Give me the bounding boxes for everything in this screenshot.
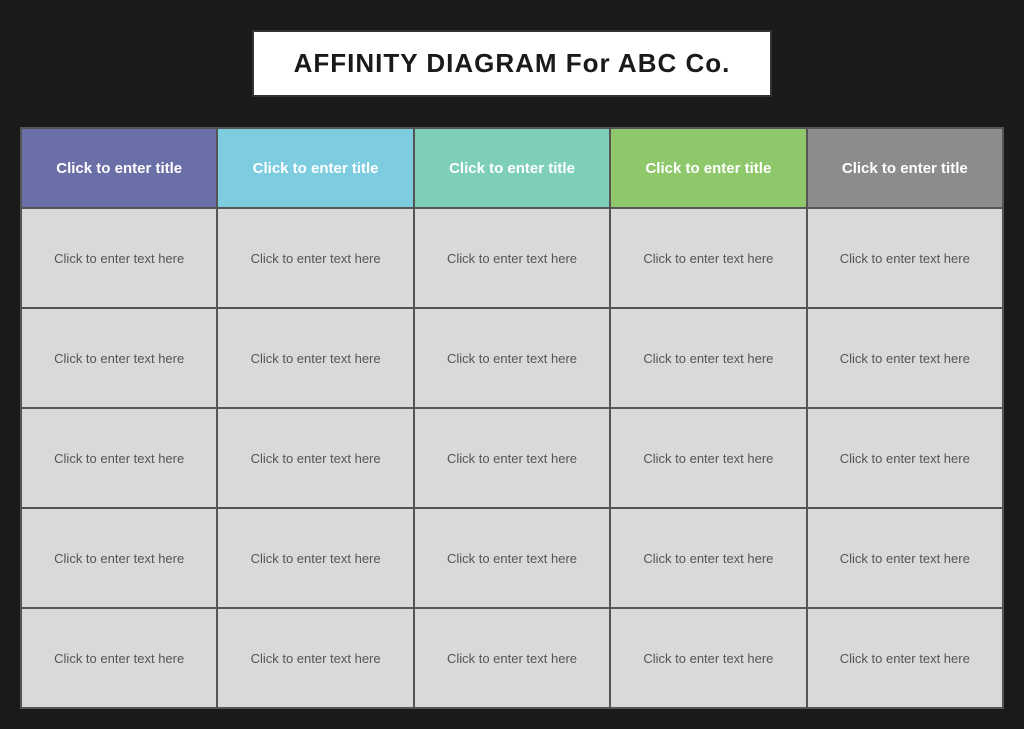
cell-text-1-2: Click to enter text here xyxy=(54,351,184,366)
diagram-title: AFFINITY DIAGRAM For ABC Co. xyxy=(294,48,731,78)
cell-1-3[interactable]: Click to enter text here xyxy=(22,409,216,509)
cell-4-1[interactable]: Click to enter text here xyxy=(611,209,805,309)
cell-3-3[interactable]: Click to enter text here xyxy=(415,409,609,509)
column-3: Click to enter title Click to enter text … xyxy=(415,129,611,709)
column-4: Click to enter title Click to enter text … xyxy=(611,129,807,709)
cell-text-4-4: Click to enter text here xyxy=(643,551,773,566)
column-header-text-4: Click to enter title xyxy=(645,160,771,177)
title-box: AFFINITY DIAGRAM For ABC Co. xyxy=(252,30,773,97)
cell-text-1-3: Click to enter text here xyxy=(54,451,184,466)
cell-text-5-5: Click to enter text here xyxy=(840,651,970,666)
column-1: Click to enter title Click to enter text … xyxy=(22,129,218,709)
cell-4-3[interactable]: Click to enter text here xyxy=(611,409,805,509)
cell-text-5-4: Click to enter text here xyxy=(840,551,970,566)
cell-2-1[interactable]: Click to enter text here xyxy=(218,209,412,309)
cell-5-3[interactable]: Click to enter text here xyxy=(808,409,1002,509)
column-header-4[interactable]: Click to enter title xyxy=(611,129,805,209)
column-5: Click to enter title Click to enter text … xyxy=(808,129,1004,709)
cell-text-2-4: Click to enter text here xyxy=(251,551,381,566)
cell-3-2[interactable]: Click to enter text here xyxy=(415,309,609,409)
cell-text-2-1: Click to enter text here xyxy=(251,251,381,266)
cell-5-5[interactable]: Click to enter text here xyxy=(808,609,1002,709)
cell-3-1[interactable]: Click to enter text here xyxy=(415,209,609,309)
cell-text-3-1: Click to enter text here xyxy=(447,251,577,266)
cell-text-3-4: Click to enter text here xyxy=(447,551,577,566)
cell-5-1[interactable]: Click to enter text here xyxy=(808,209,1002,309)
cell-text-4-3: Click to enter text here xyxy=(643,451,773,466)
cell-4-5[interactable]: Click to enter text here xyxy=(611,609,805,709)
diagram-grid: Click to enter title Click to enter text … xyxy=(20,127,1004,709)
cell-4-2[interactable]: Click to enter text here xyxy=(611,309,805,409)
cell-text-5-1: Click to enter text here xyxy=(840,251,970,266)
cell-2-5[interactable]: Click to enter text here xyxy=(218,609,412,709)
cell-4-4[interactable]: Click to enter text here xyxy=(611,509,805,609)
cell-text-1-1: Click to enter text here xyxy=(54,251,184,266)
cell-text-5-2: Click to enter text here xyxy=(840,351,970,366)
cell-text-5-3: Click to enter text here xyxy=(840,451,970,466)
column-header-2[interactable]: Click to enter title xyxy=(218,129,412,209)
cell-text-4-2: Click to enter text here xyxy=(643,351,773,366)
cell-text-2-2: Click to enter text here xyxy=(251,351,381,366)
cell-1-1[interactable]: Click to enter text here xyxy=(22,209,216,309)
cell-text-3-3: Click to enter text here xyxy=(447,451,577,466)
cell-1-5[interactable]: Click to enter text here xyxy=(22,609,216,709)
cell-1-4[interactable]: Click to enter text here xyxy=(22,509,216,609)
cell-5-4[interactable]: Click to enter text here xyxy=(808,509,1002,609)
column-header-text-2: Click to enter title xyxy=(253,160,379,177)
cell-text-4-5: Click to enter text here xyxy=(643,651,773,666)
cell-text-3-2: Click to enter text here xyxy=(447,351,577,366)
cell-5-2[interactable]: Click to enter text here xyxy=(808,309,1002,409)
column-header-text-3: Click to enter title xyxy=(449,160,575,177)
cell-2-2[interactable]: Click to enter text here xyxy=(218,309,412,409)
cell-3-4[interactable]: Click to enter text here xyxy=(415,509,609,609)
column-header-text-1: Click to enter title xyxy=(56,160,182,177)
cell-text-1-4: Click to enter text here xyxy=(54,551,184,566)
cell-text-1-5: Click to enter text here xyxy=(54,651,184,666)
column-header-text-5: Click to enter title xyxy=(842,160,968,177)
column-header-1[interactable]: Click to enter title xyxy=(22,129,216,209)
cell-1-2[interactable]: Click to enter text here xyxy=(22,309,216,409)
cell-text-3-5: Click to enter text here xyxy=(447,651,577,666)
cell-text-2-3: Click to enter text here xyxy=(251,451,381,466)
cell-2-4[interactable]: Click to enter text here xyxy=(218,509,412,609)
column-header-5[interactable]: Click to enter title xyxy=(808,129,1002,209)
column-header-3[interactable]: Click to enter title xyxy=(415,129,609,209)
cell-2-3[interactable]: Click to enter text here xyxy=(218,409,412,509)
column-2: Click to enter title Click to enter text … xyxy=(218,129,414,709)
cell-text-4-1: Click to enter text here xyxy=(643,251,773,266)
cell-3-5[interactable]: Click to enter text here xyxy=(415,609,609,709)
cell-text-2-5: Click to enter text here xyxy=(251,651,381,666)
